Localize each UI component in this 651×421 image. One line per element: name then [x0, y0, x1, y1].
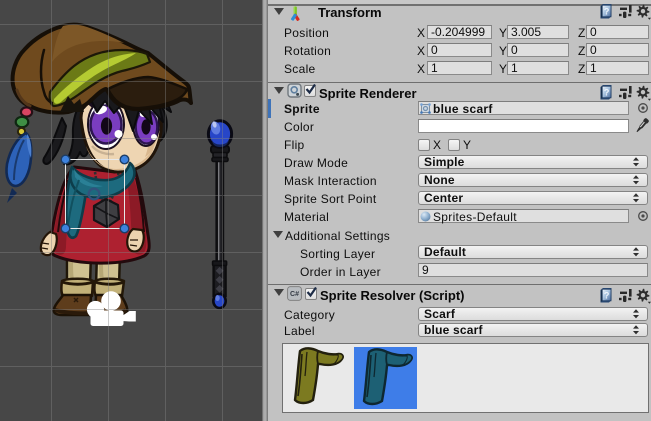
- svg-text:?: ?: [604, 291, 610, 301]
- svg-text:?: ?: [604, 88, 610, 98]
- svg-text:C#: C#: [290, 291, 299, 298]
- svg-text:?: ?: [604, 7, 610, 17]
